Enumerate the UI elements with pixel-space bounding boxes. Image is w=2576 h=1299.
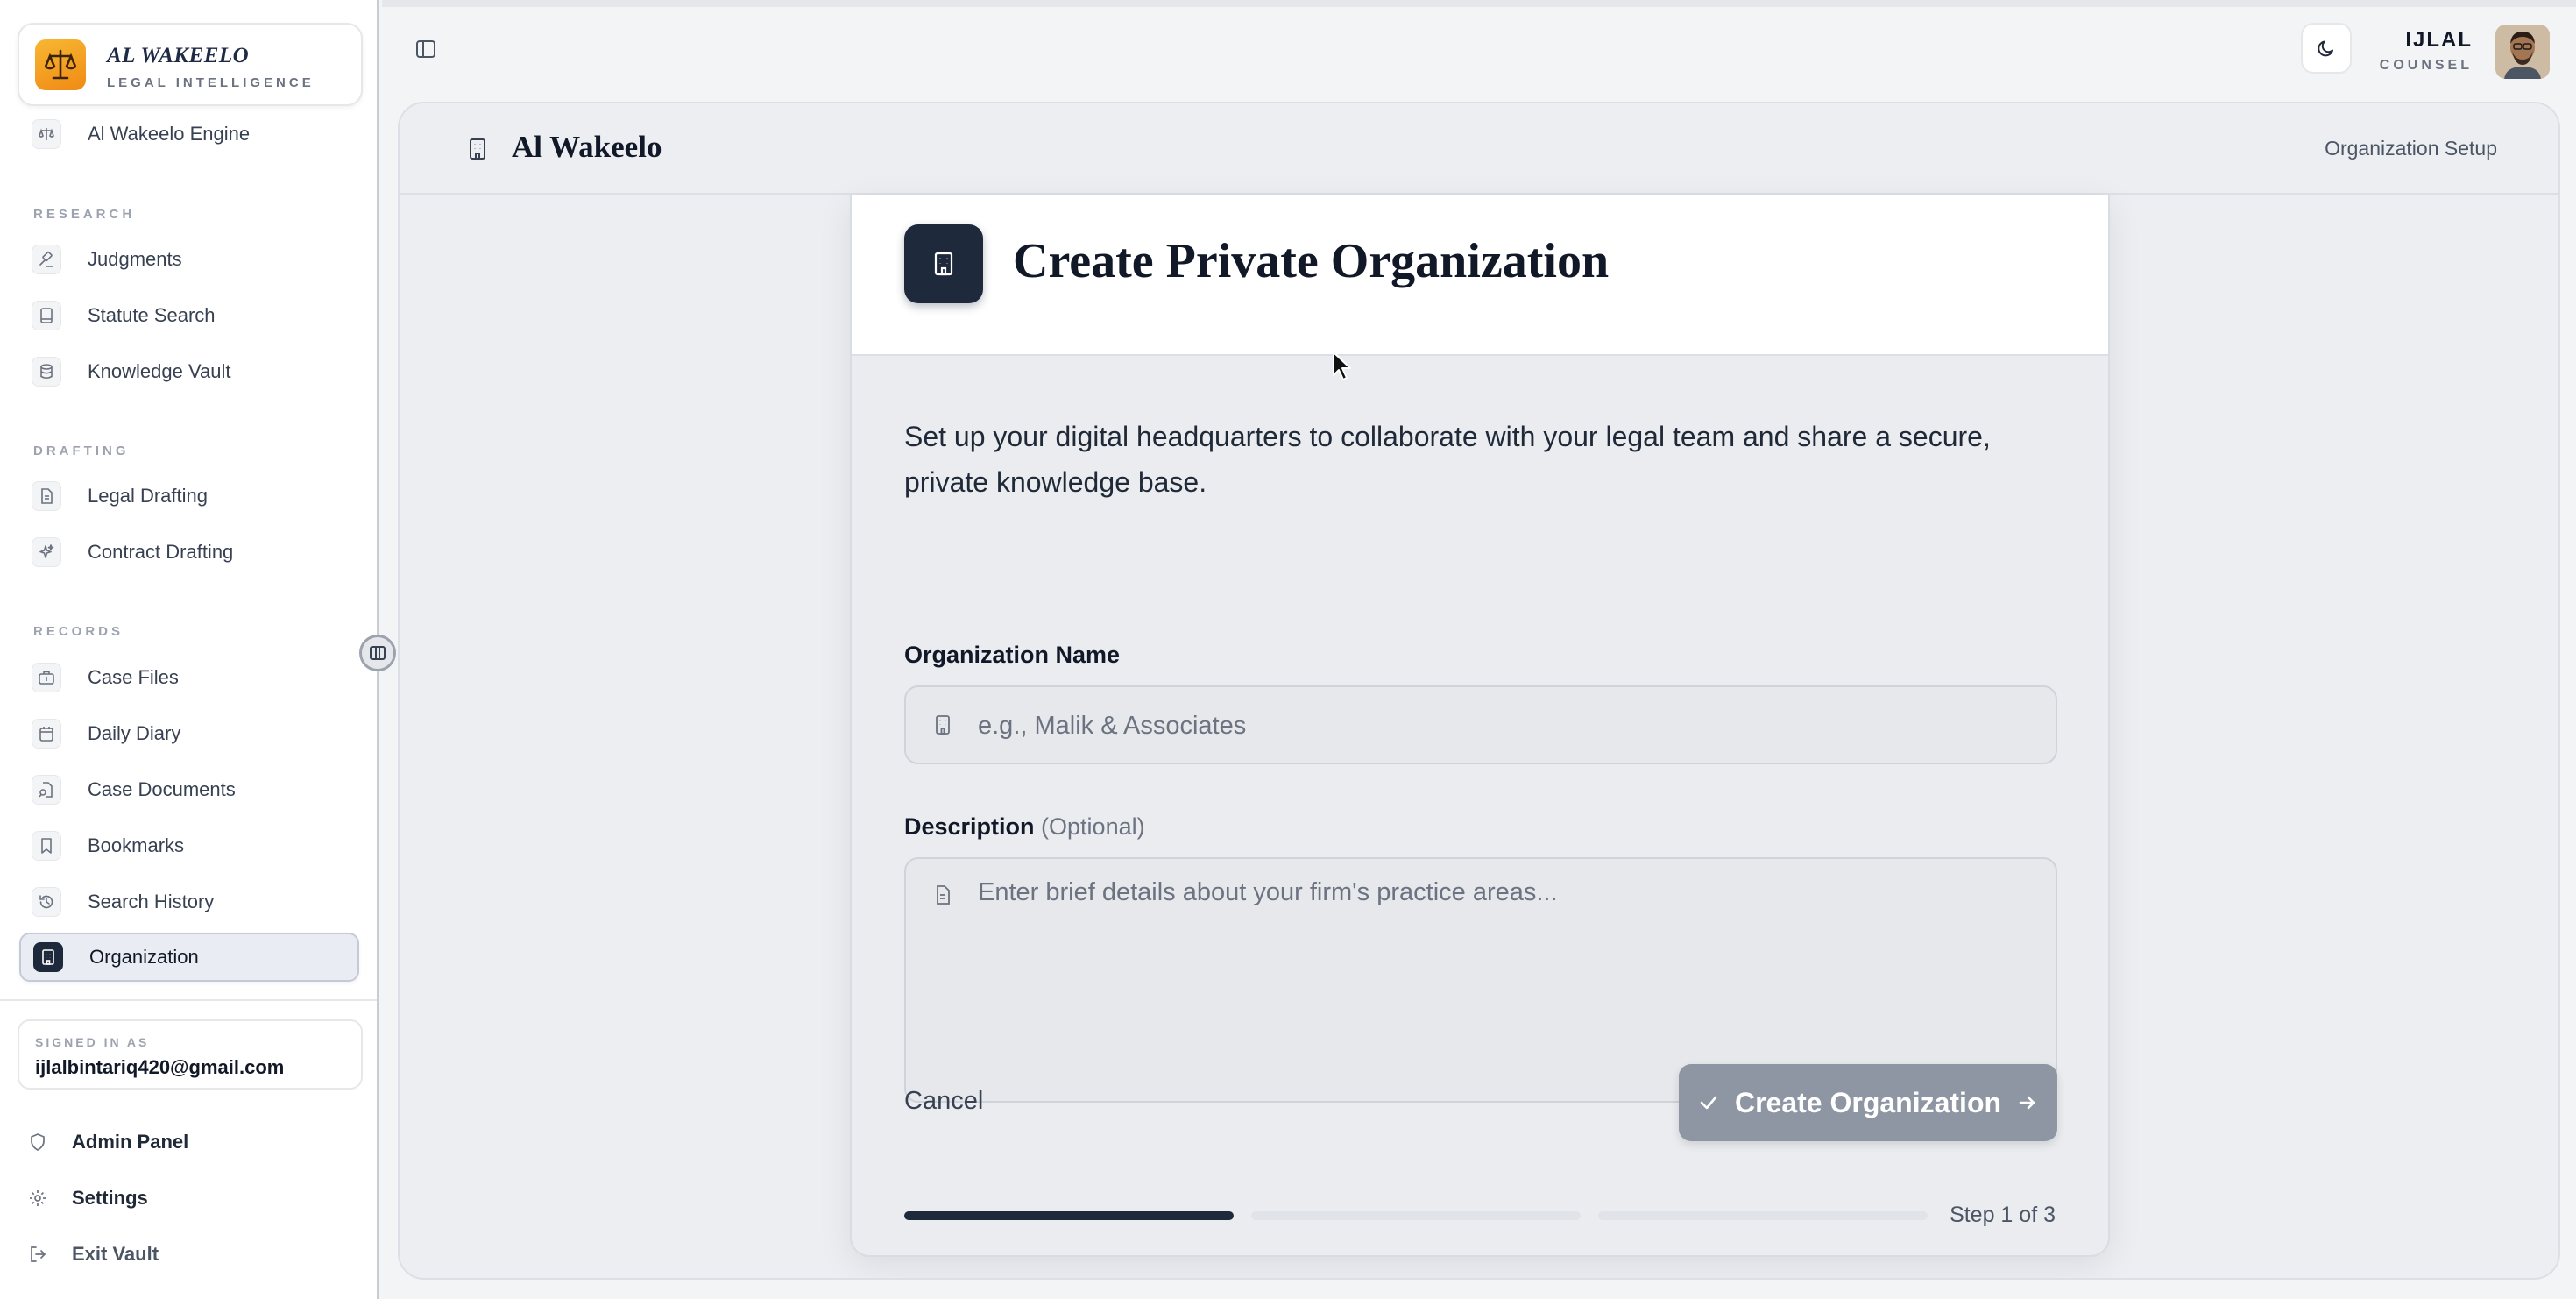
admin-panel-label: Admin Panel	[72, 1131, 189, 1153]
brand-subtitle: LEGAL INTELLIGENCE	[107, 75, 315, 90]
scales-icon	[32, 119, 61, 149]
building-icon	[33, 942, 63, 972]
sidebar-item-statute-search[interactable]: Statute Search	[19, 291, 359, 340]
admin-panel-link[interactable]: Admin Panel	[28, 1125, 188, 1160]
check-icon	[1700, 1096, 1717, 1110]
signed-in-label: SIGNED IN AS	[35, 1035, 150, 1049]
step-segment-2	[1251, 1211, 1581, 1220]
description-input[interactable]	[978, 878, 2029, 1080]
settings-link[interactable]: Settings	[28, 1181, 148, 1216]
section-title-records: RECORDS	[33, 624, 124, 639]
arrow-right-icon	[2019, 1096, 2035, 1110]
sidebar-item-label: Legal Drafting	[88, 485, 208, 507]
sidebar-divider	[0, 999, 377, 1001]
sidebar-item-knowledge-vault[interactable]: Knowledge Vault	[19, 347, 359, 396]
brand-card[interactable]: AL WAKEELO LEGAL INTELLIGENCE	[18, 23, 363, 106]
sidebar-item-daily-diary[interactable]: Daily Diary	[19, 709, 359, 758]
moon-icon	[2318, 40, 2333, 57]
create-organization-button[interactable]: Create Organization	[1679, 1064, 2057, 1141]
sidebar-item-organization[interactable]: Organization	[19, 933, 359, 982]
sidebar-item-label: Contract Drafting	[88, 541, 234, 563]
sidebar-item-label: Case Files	[88, 666, 179, 688]
mouse-cursor-icon	[1333, 351, 1351, 380]
sidebar-collapse-handle[interactable]	[359, 635, 396, 671]
optional-tag: (Optional)	[1041, 813, 1145, 840]
gavel-icon	[32, 245, 61, 274]
building-icon	[466, 137, 489, 161]
sidebar-item-label: Organization	[89, 946, 199, 968]
create-organization-card: Create Private Organization Set up your …	[850, 195, 2110, 1257]
cancel-button[interactable]: Cancel	[904, 1087, 983, 1116]
frame-title: Al Wakeelo	[512, 130, 662, 164]
document-icon	[32, 481, 61, 511]
organization-name-field[interactable]	[904, 685, 2057, 764]
bookmark-icon	[32, 831, 61, 861]
sidebar-item-label: Bookmarks	[88, 834, 185, 856]
sidebar-item-contract-drafting[interactable]: Contract Drafting	[19, 528, 359, 577]
shield-icon	[28, 1132, 47, 1152]
step-indicator: Step 1 of 3	[1950, 1203, 2056, 1227]
organization-name-label: Organization Name	[904, 642, 1120, 669]
sidebar-item-case-documents[interactable]: Case Documents	[19, 765, 359, 814]
sidebar: AL WAKEELO LEGAL INTELLIGENCE Al Wakeelo…	[0, 0, 379, 1299]
sidebar-item-label: Case Documents	[88, 778, 236, 800]
sidebar-item-bookmarks[interactable]: Bookmarks	[19, 821, 359, 870]
exit-vault-label: Exit Vault	[72, 1243, 159, 1265]
file-search-icon	[32, 775, 61, 805]
brand-name: AL WAKEELO	[107, 44, 250, 67]
sidebar-item-legal-drafting[interactable]: Legal Drafting	[19, 472, 359, 521]
card-title: Create Private Organization	[1013, 234, 1610, 288]
section-title-drafting: DRAFTING	[33, 444, 130, 458]
description-label: Description (Optional)	[904, 813, 1145, 841]
settings-label: Settings	[72, 1187, 148, 1209]
sidebar-item-judgments[interactable]: Judgments	[19, 235, 359, 284]
sidebar-item-label: Judgments	[88, 248, 182, 270]
user-name: IJLAL	[2405, 28, 2473, 52]
signed-in-card: SIGNED IN AS ijlalbintariq420@gmail.com	[18, 1019, 363, 1090]
main-frame: Al Wakeelo Organization Setup Create Pri…	[398, 102, 2560, 1280]
section-title-research: RESEARCH	[33, 207, 136, 222]
columns-icon	[370, 646, 386, 660]
sidebar-item-label: Knowledge Vault	[88, 360, 231, 382]
card-description: Set up your digital headquarters to coll…	[904, 421, 1991, 498]
description-label-text: Description	[904, 813, 1035, 840]
gear-icon	[28, 1189, 47, 1208]
briefcase-icon	[32, 663, 61, 692]
history-icon	[32, 887, 61, 917]
building-icon	[932, 713, 953, 736]
signed-in-email: ijlalbintariq420@gmail.com	[35, 1056, 285, 1078]
book-icon	[32, 301, 61, 330]
sidebar-item-label: Daily Diary	[88, 722, 181, 744]
top-bar: IJLAL COUNSEL	[382, 0, 2576, 88]
organization-name-input[interactable]	[978, 708, 2029, 743]
organization-name-label-text: Organization Name	[904, 642, 1121, 668]
sidebar-item-search-history[interactable]: Search History	[19, 877, 359, 926]
user-role: COUNSEL	[2379, 58, 2473, 73]
sidebar-item-engine[interactable]: Al Wakeelo Engine	[19, 110, 359, 159]
sidebar-item-label: Al Wakeelo Engine	[88, 123, 251, 145]
building-icon	[904, 224, 983, 303]
theme-toggle-button[interactable]	[2301, 23, 2352, 74]
logout-icon	[28, 1245, 47, 1264]
exit-vault-link[interactable]: Exit Vault	[28, 1237, 159, 1272]
breadcrumb: Organization Setup	[2325, 137, 2497, 160]
sparkle-icon	[32, 537, 61, 567]
database-icon	[32, 357, 61, 387]
sidebar-item-case-files[interactable]: Case Files	[19, 653, 359, 702]
create-organization-label: Create Organization	[1734, 1086, 2002, 1118]
sidebar-item-label: Search History	[88, 891, 215, 912]
card-header: Create Private Organization	[852, 195, 2108, 356]
step-segment-3	[1598, 1211, 1928, 1220]
avatar[interactable]	[2495, 25, 2550, 79]
scales-logo-icon	[35, 39, 86, 90]
document-icon	[932, 884, 953, 906]
frame-header: Al Wakeelo Organization Setup	[400, 103, 2558, 195]
calendar-icon	[32, 719, 61, 749]
sidebar-item-label: Statute Search	[88, 304, 216, 326]
panel-toggle-icon[interactable]	[414, 37, 440, 63]
step-segment-1	[904, 1211, 1234, 1220]
